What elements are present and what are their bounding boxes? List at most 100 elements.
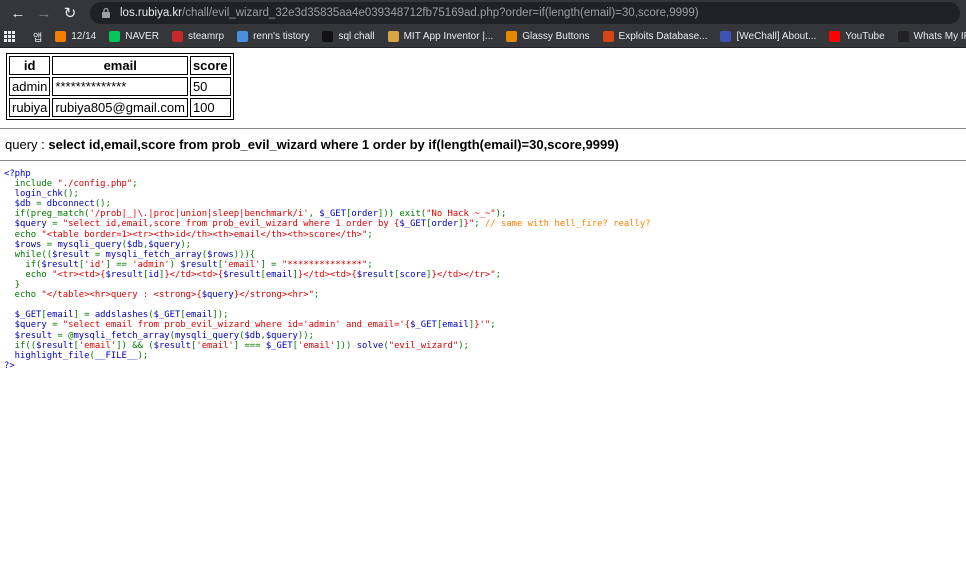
code-token: include <box>4 179 58 190</box>
bookmark-item[interactable] <box>4 31 20 42</box>
code-token: ] === <box>233 340 266 351</box>
code-token: mysqli_query <box>175 330 240 341</box>
divider <box>0 128 966 129</box>
code-token: = <box>46 239 58 250</box>
code-token: $result <box>4 330 58 341</box>
source-line: $db = dbconnect(); <box>4 199 111 209</box>
code-token: id <box>148 269 159 280</box>
code-token: $result <box>153 340 192 351</box>
bookmark-item[interactable]: Exploits Database... <box>602 31 707 42</box>
bookmark-label: 앱 <box>33 33 43 44</box>
bookmark-item[interactable]: Glassy Buttons <box>506 31 590 42</box>
code-token: "<tr><td>{ <box>52 269 106 280</box>
bookmark-item[interactable]: 앱 <box>33 29 42 44</box>
code-token: ?> <box>4 360 15 371</box>
code-token: , <box>308 209 320 220</box>
code-token: ); <box>458 340 469 351</box>
code-token: ))){ <box>233 249 256 260</box>
browser-toolbar: ← → ↻ los.rubiya.kr/chall/evil_wizard_32… <box>0 0 966 26</box>
source-line: login_chk(); <box>4 189 79 199</box>
code-token: "<table border=1><tr><th>id</th><th>emai… <box>41 229 368 240</box>
code-token: ] = <box>73 310 95 321</box>
query-line: query : select id,email,score from prob_… <box>4 137 962 152</box>
code-token: 'email' <box>78 340 117 351</box>
arrow-left-icon: ← <box>10 4 26 22</box>
code-token: $_GET <box>410 320 437 331</box>
source-line: while(($result = mysqli_fetch_array($row… <box>4 250 255 260</box>
code-token: = @ <box>57 330 74 341</box>
code-token: "select email from prob_evil_wizard wher… <box>62 320 411 331</box>
code-token: ] = <box>260 259 282 270</box>
code-token: $db <box>126 239 143 250</box>
table-row: admin ************** 50 <box>9 77 231 96</box>
code-token: "**************" <box>281 259 368 270</box>
code-token: ]) && ( <box>116 340 154 351</box>
cell-score: 100 <box>189 98 231 117</box>
bookmark-item[interactable]: 12/14 <box>55 31 96 42</box>
youtube-icon <box>829 31 841 42</box>
code-token: "./config.php" <box>57 179 133 190</box>
code-token: if(preg_match( <box>4 209 90 220</box>
code-token: $query <box>148 239 181 250</box>
cell-email: rubiya805@gmail.com <box>52 98 188 117</box>
query-label: query : <box>5 137 49 152</box>
code-token: echo <box>4 269 53 280</box>
code-token: ])) <box>335 340 357 351</box>
app-inventor-icon <box>387 31 399 42</box>
bookmark-item[interactable]: sql chall <box>322 31 375 42</box>
query-sql: select id,email,score from prob_evil_wiz… <box>48 137 619 152</box>
code-token: $query <box>4 219 53 230</box>
code-token: $result <box>356 269 395 280</box>
code-token: "evil_wizard" <box>388 340 459 351</box>
reload-button[interactable]: ↻ <box>58 2 82 24</box>
code-token: ); <box>137 350 149 361</box>
column-header-id: id <box>9 56 51 75</box>
bookmark-item[interactable]: NAVER <box>109 31 159 42</box>
code-token: $db <box>4 199 37 210</box>
wechall-icon <box>720 31 732 42</box>
bookmark-label: [WeChall] About... <box>736 31 817 42</box>
bookmark-item[interactable]: steamrp <box>171 31 224 42</box>
steam-icon <box>171 31 183 42</box>
code-token: $_GET <box>4 310 42 321</box>
code-token: order <box>431 219 459 230</box>
code-token: ] == <box>105 259 133 270</box>
source-line: $query = "select email from prob_evil_wi… <box>4 320 496 330</box>
source-line: $result = @mysqli_fetch_array(mysqli_que… <box>4 331 314 341</box>
code-token: ); <box>180 239 192 250</box>
bookmark-item[interactable]: renn's tistory <box>237 31 309 42</box>
page-content: id email score admin ************** 50 r… <box>0 48 966 371</box>
cell-id: admin <box>9 77 51 96</box>
bookmark-item[interactable]: [WeChall] About... <box>720 31 816 42</box>
bookmark-item[interactable]: YouTube <box>829 31 885 42</box>
code-token: ; <box>132 179 138 190</box>
bookmark-label: Whats My IP Addr... <box>913 31 966 42</box>
url-host: los.rubiya.kr <box>120 7 182 19</box>
forward-button[interactable]: → <box>32 2 56 24</box>
bookmark-label: renn's tistory <box>253 31 310 42</box>
bookmark-item[interactable]: MIT App Inventor |... <box>387 31 493 42</box>
back-button[interactable]: ← <box>6 2 30 24</box>
code-token: addslashes <box>94 310 149 321</box>
code-token: order <box>351 209 379 220</box>
source-line: } <box>4 280 20 290</box>
column-header-email: email <box>52 56 188 75</box>
address-bar[interactable]: los.rubiya.kr/chall/evil_wizard_32e3d358… <box>90 2 960 24</box>
source-line: $rows = mysqli_query($db,$query); <box>4 240 191 250</box>
code-token: = <box>52 320 63 331</box>
column-header-score: score <box>189 56 231 75</box>
code-token: $query <box>201 290 234 301</box>
code-token: <?php <box>4 169 31 179</box>
apps-grid-icon <box>4 31 15 42</box>
code-token: ; <box>367 259 373 270</box>
code-token: = <box>36 199 47 210</box>
code-token: '/prob|_|\.|proc|union|sleep|benchmark/i… <box>89 209 309 220</box>
reload-icon: ↻ <box>63 5 77 22</box>
source-line: <?php <box>4 169 31 179</box>
code-token: ])) exit( <box>378 209 427 220</box>
bookmark-item[interactable]: Whats My IP Addr... <box>897 31 966 42</box>
code-token: "select id,email,score from prob_evil_wi… <box>62 219 400 230</box>
code-token: $rows <box>4 239 47 250</box>
code-token: $result <box>36 340 74 351</box>
code-token: }</td></tr>" <box>431 269 496 280</box>
